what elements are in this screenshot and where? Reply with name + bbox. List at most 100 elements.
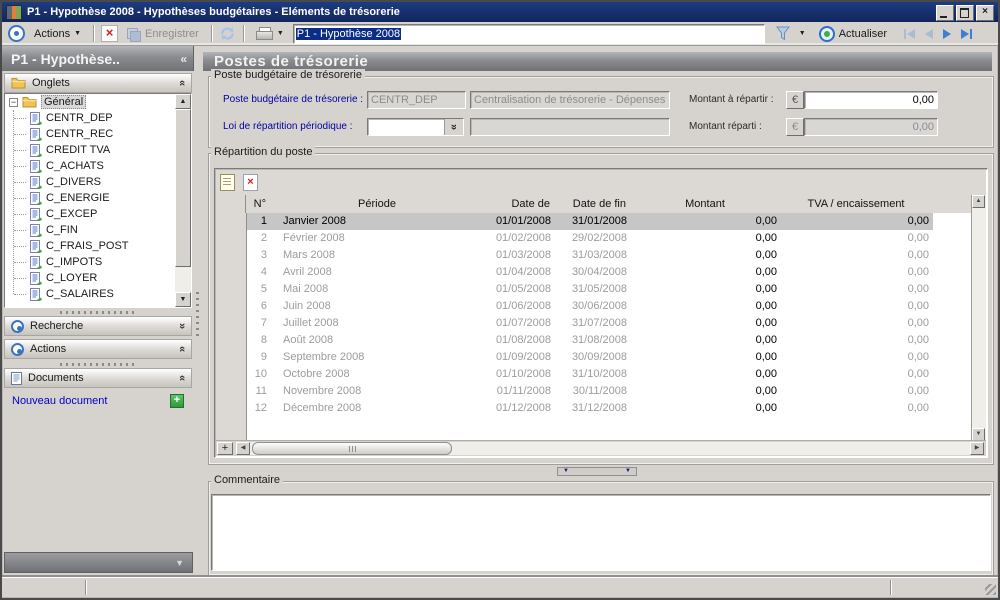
tree-item-label: C_SALAIRES bbox=[46, 288, 114, 300]
document-title-input[interactable]: P1 - Hypothèse 2008 bbox=[292, 23, 765, 44]
table-row[interactable]: 11 Novembre 2008 01/11/2008 30/11/2008 0… bbox=[247, 383, 933, 400]
montant-a-repartir-input[interactable]: 0,00 bbox=[804, 91, 938, 109]
nav-first-button[interactable] bbox=[903, 28, 915, 39]
tree-item[interactable]: C_LOYER bbox=[5, 270, 175, 286]
table-row[interactable]: 3 Mars 2008 01/03/2008 31/03/2008 0,00 0… bbox=[247, 247, 933, 264]
filter-dropdown-icon[interactable]: ▼ bbox=[799, 30, 806, 37]
tree-collapse-icon[interactable]: − bbox=[9, 97, 18, 107]
table-row[interactable]: 7 Juillet 2008 01/07/2008 31/07/2008 0,0… bbox=[247, 315, 933, 332]
tree-item[interactable]: CENTR_REC bbox=[5, 126, 175, 142]
filter-icon[interactable] bbox=[775, 26, 791, 41]
poste-code-field[interactable]: CENTR_DEP bbox=[367, 91, 466, 109]
print-button[interactable]: ▼ bbox=[251, 24, 289, 43]
tree-item-label: C_EXCEP bbox=[46, 208, 98, 220]
section-documents[interactable]: Documents « bbox=[4, 368, 192, 388]
section-onglets[interactable]: Onglets « bbox=[4, 73, 192, 93]
table-row[interactable]: 9 Septembre 2008 01/09/2008 30/09/2008 0… bbox=[247, 349, 933, 366]
collapse-section-icon[interactable]: « bbox=[176, 80, 188, 86]
tree-item[interactable]: C_IMPOTS bbox=[5, 254, 175, 270]
poste-name-field[interactable]: Centralisation de trésorerie - Dépenses bbox=[470, 91, 670, 109]
delete-button[interactable]: × bbox=[101, 25, 119, 42]
nav-previous-button[interactable] bbox=[924, 28, 933, 39]
euro-button[interactable]: € bbox=[786, 91, 804, 109]
comment-textarea[interactable] bbox=[211, 494, 991, 571]
tree-item-label: CENTR_REC bbox=[46, 128, 114, 140]
splitter-collapse-icon[interactable]: ▼ bbox=[625, 468, 631, 475]
tree-root-node[interactable]: − Général bbox=[5, 94, 175, 110]
toolbar-separator bbox=[210, 25, 212, 42]
tree-item[interactable]: CENTR_DEP bbox=[5, 110, 175, 126]
tree-item[interactable]: C_ENERGIE bbox=[5, 190, 175, 206]
row-selector-icon[interactable] bbox=[216, 195, 246, 213]
resize-grip[interactable] bbox=[985, 584, 996, 595]
documents-icon bbox=[11, 371, 22, 385]
table-row[interactable]: 10 Octobre 2008 01/10/2008 31/10/2008 0,… bbox=[247, 366, 933, 383]
grid-horizontal-scrollbar: + ◀ ▶ bbox=[216, 440, 986, 456]
tree-item[interactable]: C_FIN bbox=[5, 222, 175, 238]
actions-menu-button[interactable]: Actions ▼ bbox=[29, 25, 86, 43]
scrollbar-thumb[interactable] bbox=[175, 109, 191, 267]
table-row[interactable]: 1 Janvier 2008 01/01/2008 31/01/2008 0,0… bbox=[247, 213, 933, 230]
refresh-icon[interactable] bbox=[219, 26, 236, 41]
refresh-data-button[interactable]: Actualiser bbox=[814, 23, 892, 45]
collapse-sidebar-icon[interactable]: « bbox=[180, 52, 187, 66]
cell-periode: Octobre 2008 bbox=[283, 368, 350, 380]
sidebar-resize-grip[interactable] bbox=[60, 311, 134, 314]
new-document-link[interactable]: Nouveau document bbox=[12, 395, 107, 407]
nav-next-button[interactable] bbox=[942, 28, 951, 39]
chevron-down-icon[interactable]: ▼ bbox=[175, 558, 184, 568]
delete-row-icon[interactable]: × bbox=[243, 174, 258, 191]
loi-combo[interactable]: « bbox=[367, 118, 464, 136]
loi-name-field[interactable] bbox=[470, 118, 670, 136]
table-row[interactable]: 6 Juin 2008 01/06/2008 30/06/2008 0,00 0… bbox=[247, 298, 933, 315]
tree-item[interactable]: C_ACHATS bbox=[5, 158, 175, 174]
document-icon bbox=[30, 127, 42, 141]
scroll-up-button[interactable]: ▲ bbox=[175, 94, 191, 109]
document-icon bbox=[30, 271, 42, 285]
table-row[interactable]: 4 Avril 2008 01/04/2008 30/04/2008 0,00 … bbox=[247, 264, 933, 281]
sidebar-resize-grip[interactable] bbox=[60, 363, 134, 366]
cell-date-fin: 31/03/2008 bbox=[571, 249, 627, 261]
scroll-right-button[interactable]: ▶ bbox=[970, 442, 984, 455]
table-row[interactable]: 8 Août 2008 01/08/2008 31/08/2008 0,00 0… bbox=[247, 332, 933, 349]
table-row[interactable]: 2 Février 2008 01/02/2008 29/02/2008 0,0… bbox=[247, 230, 933, 247]
hscroll-track[interactable]: ◀ ▶ bbox=[236, 442, 984, 455]
tree-item[interactable]: C_EXCEP bbox=[5, 206, 175, 222]
scroll-left-button[interactable]: ◀ bbox=[236, 442, 250, 455]
cell-montant: 0,00 bbox=[755, 215, 777, 227]
splitter-collapse-icon[interactable]: ▼ bbox=[563, 468, 569, 475]
tree-scrollbar[interactable]: ▲ ▼ bbox=[175, 94, 191, 307]
tree-item[interactable]: C_DIVERS bbox=[5, 174, 175, 190]
tree-item[interactable]: C_SALAIRES bbox=[5, 286, 175, 302]
maximize-button[interactable] bbox=[956, 5, 974, 21]
scroll-down-button[interactable]: ▼ bbox=[175, 292, 191, 307]
vertical-splitter[interactable] bbox=[196, 292, 199, 336]
minimize-button[interactable] bbox=[936, 5, 954, 21]
tree-item[interactable]: CREDIT TVA bbox=[5, 142, 175, 158]
table-row[interactable]: 12 Décembre 2008 01/12/2008 31/12/2008 0… bbox=[247, 400, 933, 417]
scroll-up-button[interactable]: ▲ bbox=[972, 195, 985, 208]
add-document-icon[interactable]: + bbox=[170, 394, 184, 408]
hscroll-thumb[interactable] bbox=[252, 442, 452, 455]
nav-last-button[interactable] bbox=[960, 28, 972, 39]
new-row-icon[interactable] bbox=[220, 174, 235, 191]
horizontal-splitter-control[interactable]: ▼ ▼ bbox=[557, 467, 637, 476]
collapse-section-icon[interactable]: « bbox=[176, 375, 188, 381]
tree-item[interactable]: C_FRAIS_POST bbox=[5, 238, 175, 254]
section-actions[interactable]: Actions « bbox=[4, 339, 192, 359]
expand-section-icon[interactable]: » bbox=[176, 323, 188, 329]
add-row-button[interactable]: + bbox=[217, 442, 233, 455]
save-button[interactable]: Enregistrer bbox=[122, 25, 204, 43]
cell-date-debut: 01/05/2008 bbox=[495, 283, 551, 295]
document-icon bbox=[30, 143, 42, 157]
poste-group-legend: Poste budgétaire de trésorerie bbox=[211, 69, 365, 81]
combo-expand-button[interactable]: « bbox=[444, 119, 463, 135]
close-button[interactable]: × bbox=[976, 5, 994, 21]
collapse-section-icon[interactable]: « bbox=[176, 346, 188, 352]
section-recherche[interactable]: Recherche » bbox=[4, 316, 192, 336]
document-icon bbox=[30, 111, 42, 125]
document-icon bbox=[30, 207, 42, 221]
repartition-grid: × N° Période Date de début Date de fin M… bbox=[214, 168, 988, 458]
table-row[interactable]: 5 Mai 2008 01/05/2008 31/05/2008 0,00 0,… bbox=[247, 281, 933, 298]
grid-vertical-scrollbar[interactable]: ▲ ▼ bbox=[971, 195, 986, 441]
